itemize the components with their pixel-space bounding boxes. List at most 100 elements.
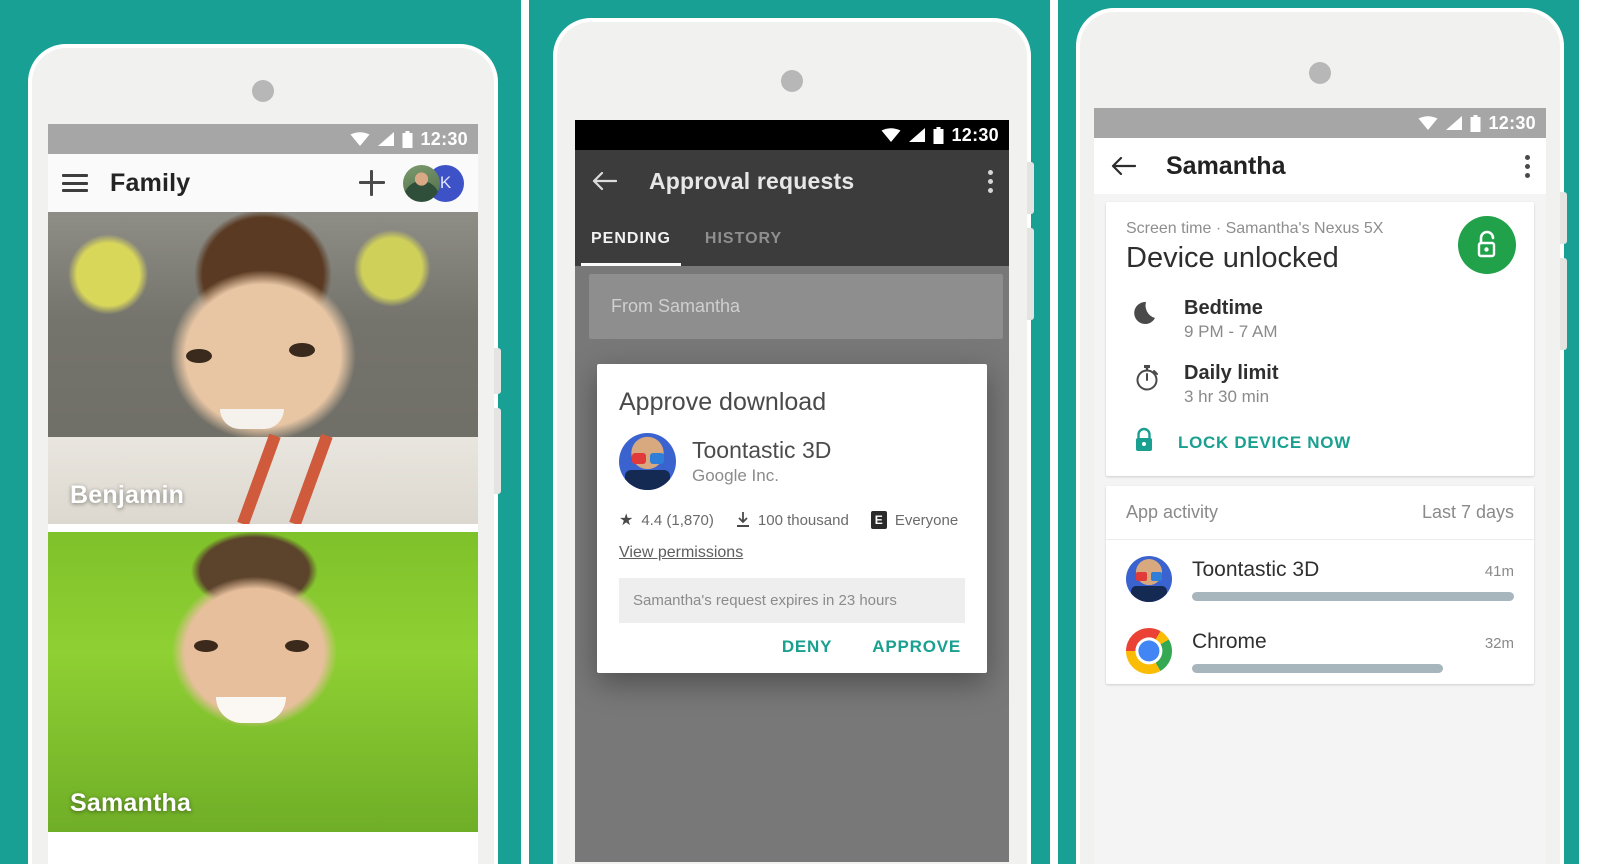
app-bar-3: Samantha <box>1094 138 1546 194</box>
battery-icon <box>933 126 944 144</box>
back-arrow-icon[interactable] <box>1110 155 1136 177</box>
more-vertical-icon[interactable] <box>988 169 993 193</box>
app-content-rating: Everyone <box>894 511 959 529</box>
approve-download-dialog: Approve download Toontastic 3D Google In… <box>597 364 987 673</box>
deny-button[interactable]: DENY <box>782 637 832 657</box>
lock-device-now-button[interactable]: LOCK DEVICE NOW <box>1126 427 1514 462</box>
dialog-actions: DENY APPROVE <box>619 637 965 657</box>
app-activity-card: App activity Last 7 days Toontastic 3D 4… <box>1106 486 1534 684</box>
front-camera-icon <box>781 70 803 92</box>
child-name: Benjamin <box>70 481 185 509</box>
status-time: 12:30 <box>1488 112 1536 133</box>
content-area-3: Screen time · Samantha's Nexus 5X Device… <box>1094 194 1546 864</box>
app-usage-time: 41m <box>1484 562 1514 580</box>
status-time: 12:30 <box>420 128 468 149</box>
setting-label: Daily limit <box>1184 362 1279 384</box>
panel-approval-requests: 12:30 Approval requests PENDING HISTORY <box>529 0 1050 864</box>
more-vertical-icon[interactable] <box>1525 154 1530 178</box>
app-activity-title: App activity <box>1126 502 1219 522</box>
device-lock-status-badge[interactable] <box>1458 216 1516 274</box>
view-permissions-link[interactable]: View permissions <box>619 544 743 562</box>
app-bar-1: Family K <box>48 154 478 212</box>
lock-device-label: LOCK DEVICE NOW <box>1178 432 1351 452</box>
status-bar-1: 12:30 <box>48 124 478 154</box>
page-title: Family <box>110 168 191 197</box>
screenshot-stage: 12:30 Family K Benjamin Samantha 12:30 A… <box>0 0 1600 864</box>
tab-history[interactable]: HISTORY <box>705 212 782 266</box>
panel-divider-1 <box>521 0 529 864</box>
phone-screen-2: 12:30 Approval requests PENDING HISTORY <box>575 120 1009 862</box>
phone-screen-1: 12:30 Family K Benjamin Samantha <box>48 124 478 864</box>
front-camera-icon <box>252 80 274 102</box>
plus-icon[interactable] <box>359 170 385 196</box>
power-button[interactable] <box>1560 192 1567 244</box>
power-button[interactable] <box>1027 162 1034 214</box>
setting-row-daily-limit[interactable]: Daily limit 3 hr 30 min <box>1126 362 1514 407</box>
wifi-icon <box>881 128 901 142</box>
approve-button[interactable]: APPROVE <box>872 637 961 657</box>
card-divider <box>48 524 478 532</box>
chrome-icon <box>1126 628 1172 674</box>
content-rating-icon: E <box>870 511 887 529</box>
cellular-signal-icon <box>1446 116 1463 130</box>
screen-time-card: Screen time · Samantha's Nexus 5X Device… <box>1106 202 1534 476</box>
setting-value: 3 hr 30 min <box>1184 387 1270 406</box>
toontastic-icon <box>619 433 676 490</box>
toontastic-icon <box>1126 556 1172 602</box>
child-card-benjamin[interactable]: Benjamin <box>48 212 478 524</box>
request-card: From Samantha <box>589 274 1003 339</box>
device-state: Device unlocked <box>1126 242 1339 274</box>
app-developer: Google Inc. <box>692 466 779 485</box>
status-bar-3: 12:30 <box>1094 108 1546 138</box>
usage-bar <box>1192 591 1514 601</box>
app-activity-row[interactable]: Chrome 32m <box>1106 612 1534 684</box>
stopwatch-icon <box>1132 362 1162 392</box>
back-arrow-icon[interactable] <box>591 170 617 192</box>
app-bar-2: Approval requests PENDING HISTORY <box>575 150 1009 266</box>
phone-frame-1: 12:30 Family K Benjamin Samantha <box>32 48 501 864</box>
app-activity-row[interactable]: Toontastic 3D 41m <box>1106 540 1534 612</box>
avatar[interactable] <box>403 164 440 202</box>
unlock-icon <box>1477 230 1496 258</box>
panel-divider-2 <box>1050 0 1058 864</box>
hamburger-icon[interactable] <box>62 174 88 192</box>
app-name: Toontastic 3D <box>692 437 832 463</box>
wifi-icon <box>1418 116 1438 130</box>
download-icon <box>736 512 749 527</box>
status-bar-2: 12:30 <box>575 120 1009 150</box>
volume-button[interactable] <box>1027 228 1034 320</box>
phone-frame-3: 12:30 Samantha Screen time · Samantha's … <box>1080 12 1567 864</box>
lock-icon <box>1132 427 1156 458</box>
cellular-signal-icon <box>909 128 926 142</box>
dialog-title: Approve download <box>619 388 827 416</box>
app-downloads: 100 thousand <box>757 511 849 529</box>
tab-pending[interactable]: PENDING <box>581 212 681 266</box>
app-name: Toontastic 3D <box>1192 557 1320 581</box>
battery-icon <box>1470 114 1481 132</box>
front-camera-icon <box>1309 62 1331 84</box>
request-from: From Samantha <box>611 296 741 316</box>
child-card-samantha[interactable]: Samantha <box>48 532 478 832</box>
cellular-signal-icon <box>378 132 395 146</box>
app-usage-time: 32m <box>1484 634 1514 652</box>
screen-time-subtitle: Screen time · Samantha's Nexus 5X <box>1126 220 1384 237</box>
content-area-2: From Samantha Approve download Toontasti… <box>575 266 1009 862</box>
app-rating: 4.4 (1,870) <box>641 511 714 529</box>
volume-button[interactable] <box>494 408 501 494</box>
star-icon: ★ <box>619 512 634 529</box>
app-summary: Toontastic 3D Google Inc. <box>619 433 965 490</box>
page-title: Samantha <box>1166 151 1286 180</box>
power-button[interactable] <box>494 348 501 394</box>
status-time: 12:30 <box>951 124 999 145</box>
setting-row-bedtime[interactable]: Bedtime 9 PM - 7 AM <box>1126 297 1514 342</box>
panel-family-list: 12:30 Family K Benjamin Samantha <box>0 0 521 864</box>
avatar-group[interactable]: K <box>403 164 464 202</box>
volume-button[interactable] <box>1560 258 1567 350</box>
page-title: Approval requests <box>649 167 855 194</box>
child-photo <box>48 212 478 524</box>
panel-child-detail: 12:30 Samantha Screen time · Samantha's … <box>1058 0 1579 864</box>
app-activity-range[interactable]: Last 7 days <box>1422 502 1514 523</box>
phone-frame-2: 12:30 Approval requests PENDING HISTORY <box>557 22 1034 864</box>
app-activity-header: App activity Last 7 days <box>1106 486 1534 540</box>
phone-screen-3: 12:30 Samantha Screen time · Samantha's … <box>1094 108 1546 864</box>
